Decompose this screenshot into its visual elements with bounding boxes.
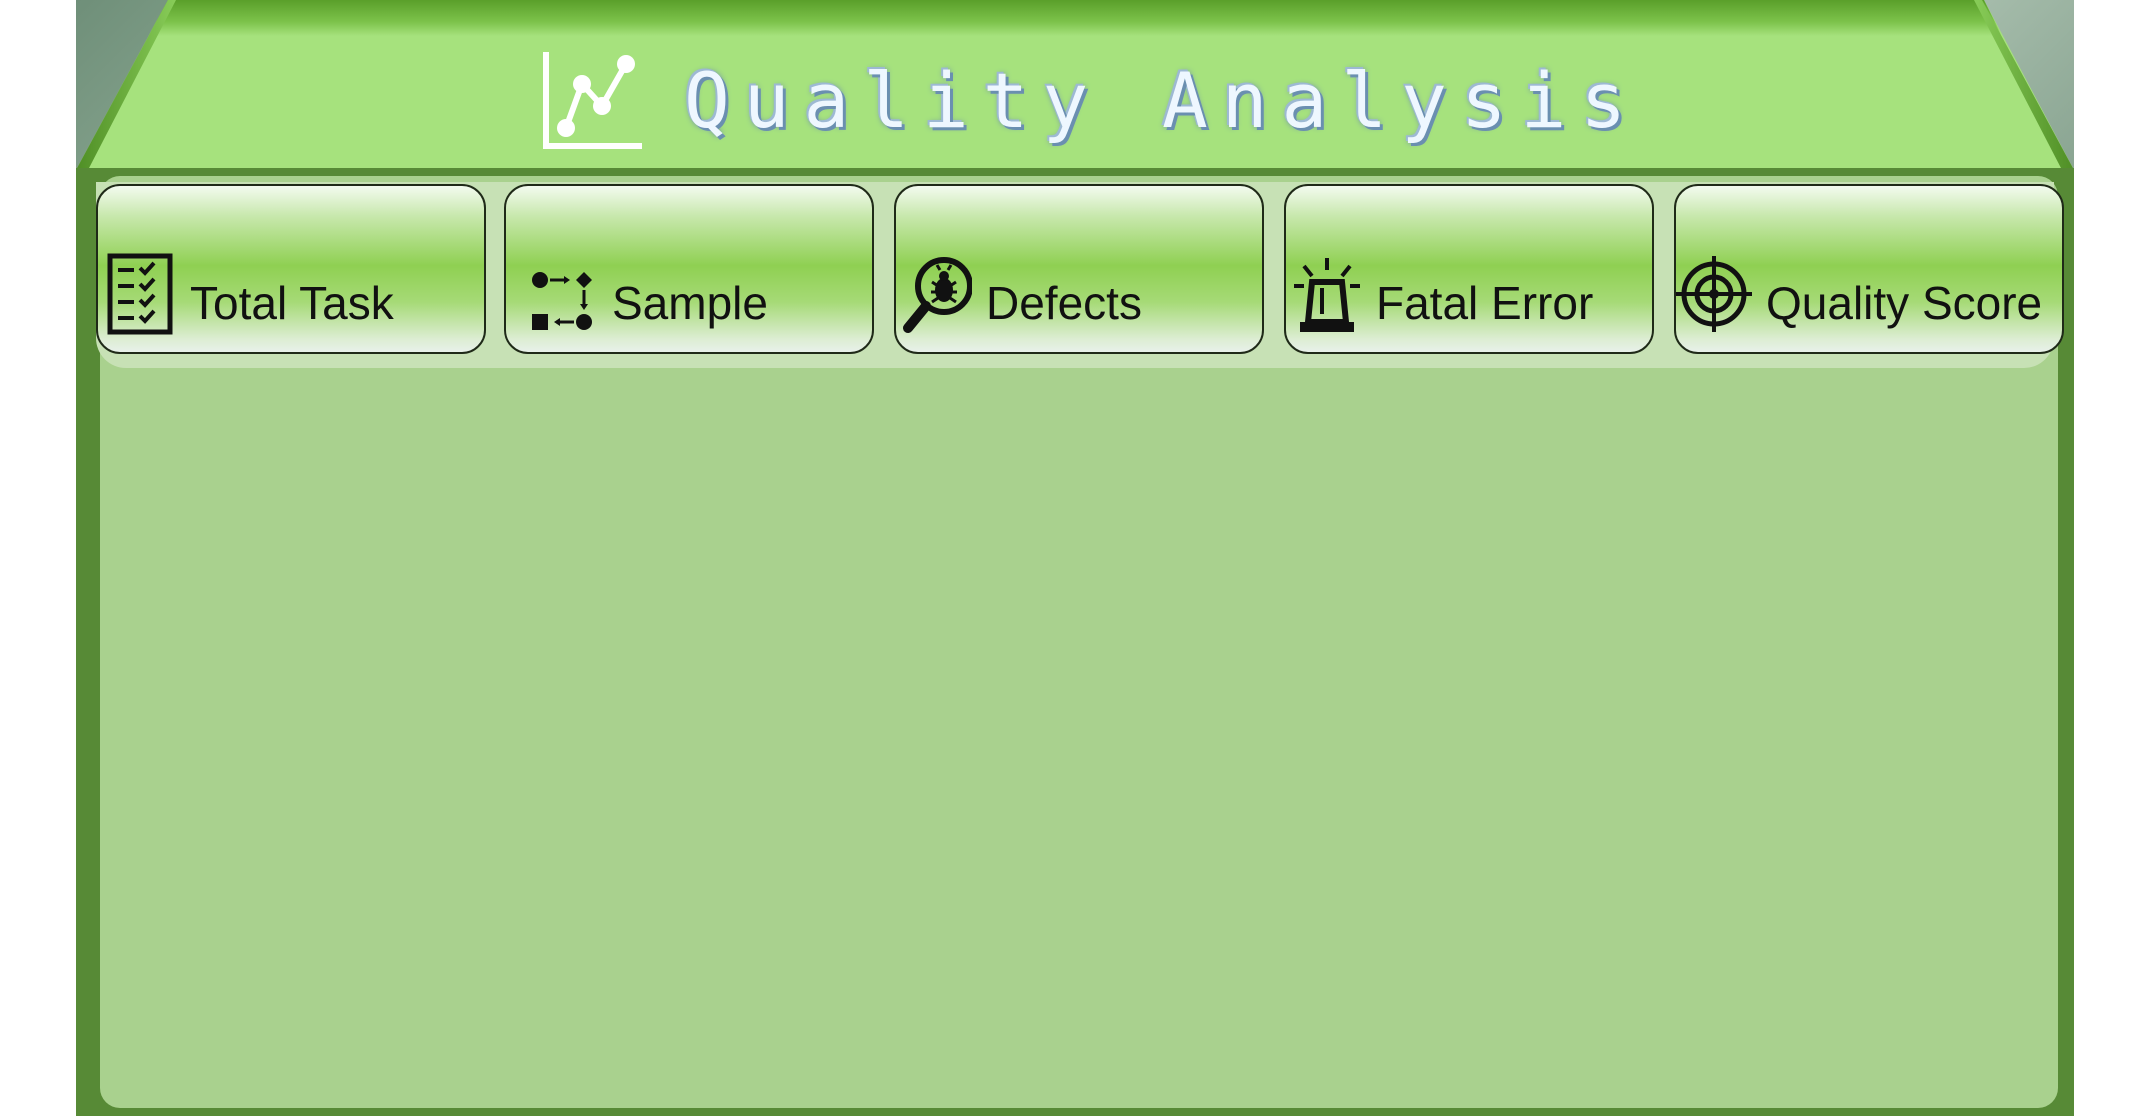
bug-magnifier-icon	[903, 257, 972, 333]
tab-fatal-error-label: Fatal Error	[1376, 277, 1594, 329]
siren-light-icon	[1294, 258, 1360, 332]
header-title-group: Quality Analysis	[540, 46, 1640, 154]
tab-defects-label: Defects	[986, 277, 1142, 329]
line-chart-icon	[543, 52, 642, 149]
checklist-icon	[107, 253, 173, 335]
target-crosshair-icon	[1676, 256, 1752, 332]
tab-sample-label: Sample	[612, 277, 768, 329]
tab-quality-score[interactable]: Quality Score	[1674, 184, 2064, 354]
tab-fatal-error[interactable]: Fatal Error	[1284, 184, 1654, 354]
tab-quality-score-label: Quality Score	[1766, 277, 2043, 329]
tab-total-task-label: Total Task	[190, 277, 394, 329]
tab-total-task[interactable]: Total Task	[96, 184, 486, 354]
quality-analysis-app: Quality Analysis Total Task Sample Defec…	[0, 0, 2152, 1116]
flow-shapes-icon	[532, 272, 592, 330]
tab-defects[interactable]: Defects	[894, 184, 1264, 354]
page-title: Quality Analysis	[684, 55, 1641, 145]
tab-sample[interactable]: Sample	[504, 184, 874, 354]
header-rim	[148, 0, 2002, 36]
